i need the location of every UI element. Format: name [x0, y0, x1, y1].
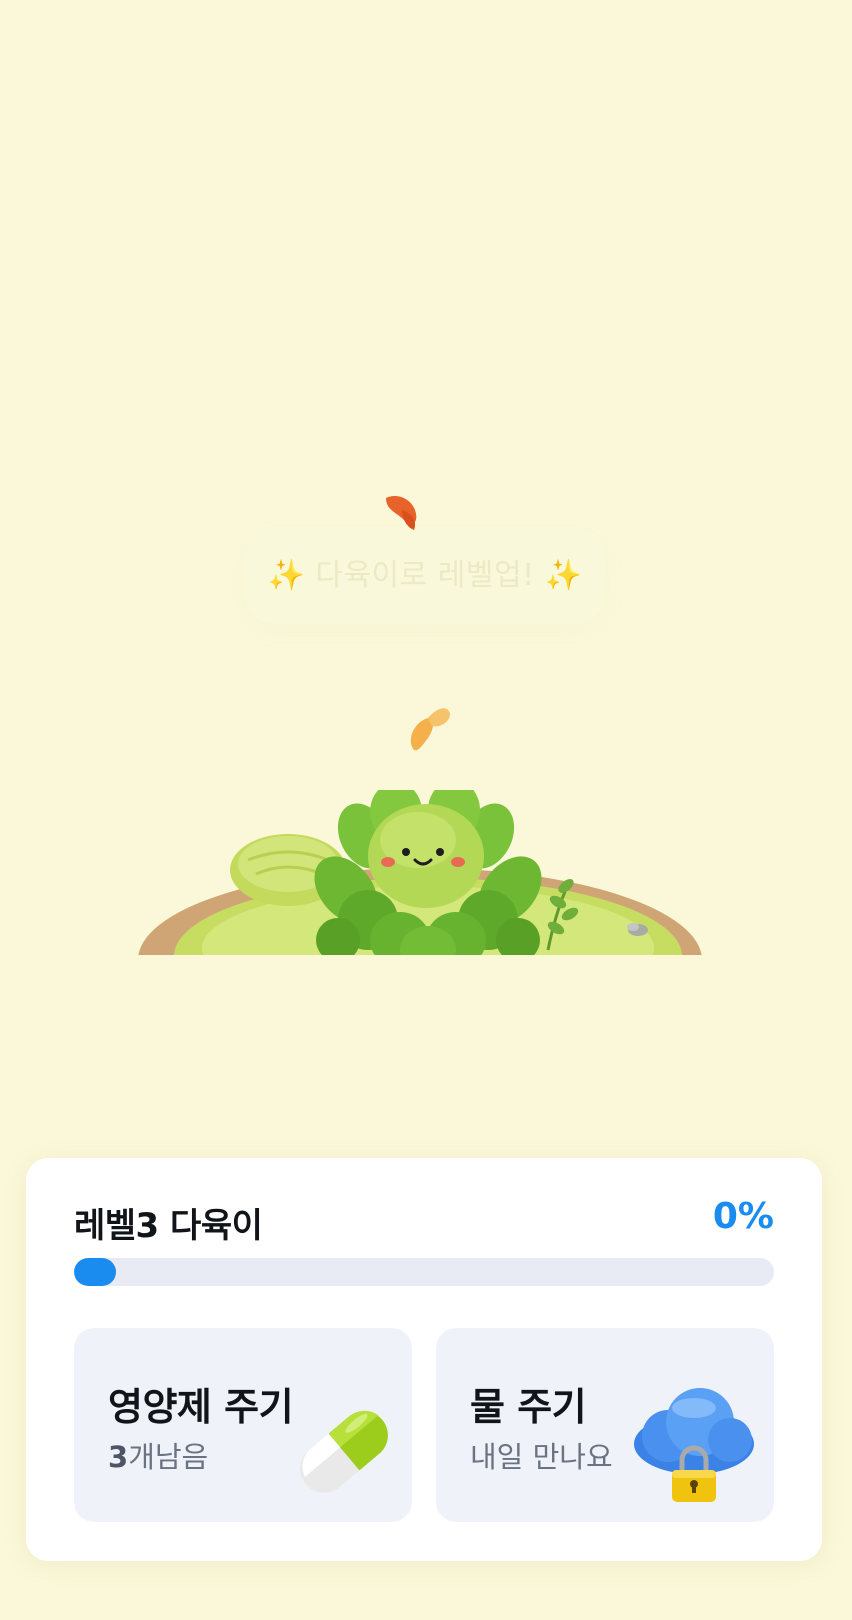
level-header: 레벨3 다육이 0%: [74, 1194, 774, 1246]
give-water-title: 물 주기: [470, 1385, 587, 1429]
give-nutrient-title: 영양제 주기: [108, 1385, 294, 1429]
plant-status-card: 레벨3 다육이 0% 영양제 주기 3개남음 물 주기 내일 만나요: [26, 1158, 822, 1561]
nutrient-remaining-suffix: 개남음: [128, 1440, 209, 1474]
succulent-plant-illustration[interactable]: [138, 790, 703, 955]
plant-game-screen: ✨ 다육이로 레벨업! ✨ 레벨3 다육이 0% 영양제 주기 3개남음 물 주…: [0, 0, 852, 1620]
level-title: 레벨3 다육이: [74, 1206, 263, 1246]
nutrient-remaining: 3개남음: [108, 1434, 208, 1476]
bubble-tail: [413, 624, 437, 636]
level-percent: 0%: [712, 1196, 774, 1237]
level-progress-bar: [74, 1258, 774, 1286]
pill-icon: [300, 1410, 388, 1493]
give-water-button[interactable]: 물 주기 내일 만나요: [436, 1328, 774, 1522]
level-up-bubble-text: ✨ 다육이로 레벨업! ✨: [267, 558, 583, 593]
level-up-bubble: ✨ 다육이로 레벨업! ✨: [245, 528, 605, 636]
locked-cloud-icon: [634, 1388, 754, 1502]
give-nutrient-button[interactable]: 영양제 주기 3개남음: [74, 1328, 412, 1522]
falling-leaf-icon: [410, 708, 450, 751]
water-available-tomorrow: 내일 만나요: [470, 1440, 613, 1474]
level-progress-fill: [74, 1258, 116, 1286]
nutrient-remaining-count: 3: [108, 1440, 129, 1474]
